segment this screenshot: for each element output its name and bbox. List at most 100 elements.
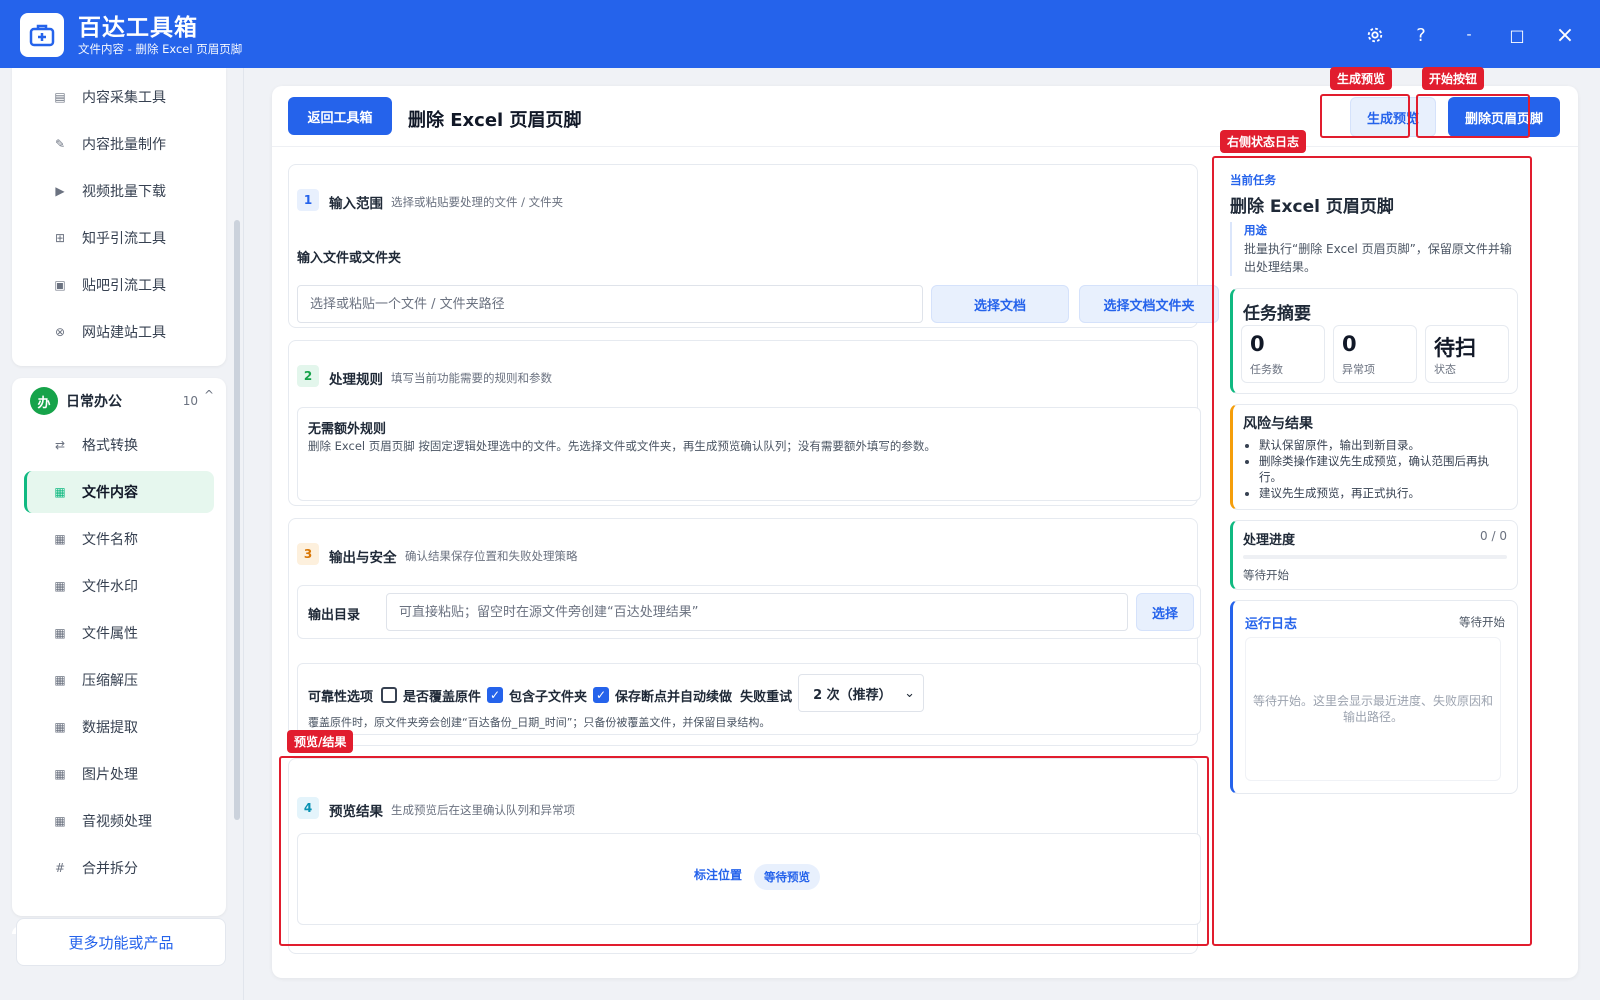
reliability-row: 可靠性选项 是否覆盖原件 ✓ 包含子文件夹 ✓ 保存断点并自动续做 失败重试 2… <box>308 674 925 712</box>
sidebar-item-video-download[interactable]: ▶ 视频批量下载 <box>24 170 214 212</box>
sidebar-item-label: 文件水印 <box>82 579 138 595</box>
risk-item: 默认保留原件，输出到新目录。 <box>1259 437 1505 453</box>
resume-checkbox[interactable]: ✓ <box>593 687 610 703</box>
sidebar-item-file-content[interactable]: ▦ 文件内容 <box>24 471 214 513</box>
output-dir-field[interactable] <box>386 593 1128 631</box>
progress-count: 0 / 0 <box>1480 529 1507 543</box>
select-document-button[interactable]: 选择文档 <box>931 285 1069 323</box>
sidebar-item-file-attributes[interactable]: ▦ 文件属性 <box>24 612 214 654</box>
annotation-label-log: 右侧状态日志 <box>1220 130 1307 153</box>
metric-label: 任务数 <box>1250 363 1283 376</box>
sidebar-item-icon: ⊞ <box>54 231 66 245</box>
rule-title: 无需额外规则 <box>308 422 387 437</box>
sidebar-item-icon: ▦ <box>54 673 66 687</box>
metric-label: 状态 <box>1434 363 1456 376</box>
metric-value: 待扫 <box>1434 336 1476 360</box>
sidebar-item-label: 网站建站工具 <box>82 325 166 341</box>
metric-label: 异常项 <box>1342 363 1375 376</box>
sidebar-item-icon: ▦ <box>54 485 66 499</box>
close-button[interactable]: × <box>1550 20 1580 50</box>
sidebar: ▤ 内容采集工具 ✎ 内容批量制作 ▶ 视频批量下载 ⊞ 知乎引流工具 ▣ 贴吧引流工具 … <box>0 68 244 1000</box>
group-badge: 办 <box>30 387 58 415</box>
maximize-button[interactable]: □ <box>1502 20 1532 50</box>
select-folder-button[interactable]: 选择文档文件夹 <box>1079 285 1219 323</box>
settings-button[interactable] <box>1360 20 1390 50</box>
sidebar-item-content-batch[interactable]: ✎ 内容批量制作 <box>24 123 214 165</box>
sidebar-item-icon: ▣ <box>54 278 66 292</box>
section-number: 1 <box>297 189 319 211</box>
section-output-safety: 3 输出与安全 确认结果保存位置和失败处理策略 输出目录 选择 可靠性选项 是否… <box>288 518 1201 746</box>
sidebar-item-label: 贴吧引流工具 <box>82 278 166 294</box>
sidebar-item-label: 内容批量制作 <box>82 137 166 153</box>
risk-list: 默认保留原件，输出到新目录。 删除类操作建议先生成预览，确认范围后再执行。 建议… <box>1243 437 1505 501</box>
reliability-box: 可靠性选项 是否覆盖原件 ✓ 包含子文件夹 ✓ 保存断点并自动续做 失败重试 2… <box>297 663 1201 735</box>
sidebar-item-icon: ▦ <box>54 532 66 546</box>
annotation-label-start: 开始按钮 <box>1422 67 1485 90</box>
back-to-toolbox-button[interactable]: 返回工具箱 <box>288 97 392 135</box>
group-title: 日常办公 <box>66 394 122 410</box>
overwrite-checkbox[interactable] <box>381 687 398 703</box>
section-title: 输入范围 <box>329 196 383 212</box>
help-button[interactable]: ? <box>1406 20 1436 50</box>
app-name: 百达工具箱 <box>78 15 198 41</box>
current-task-title: 删除 Excel 页眉页脚 <box>1230 197 1394 217</box>
usage-text: 批量执行“删除 Excel 页眉页脚”，保留原文件并输出处理结果。 <box>1244 242 1512 274</box>
reliability-label: 可靠性选项 <box>308 689 374 705</box>
include-subfolders-label: 包含子文件夹 <box>509 689 588 705</box>
include-subfolders-checkbox[interactable]: ✓ <box>487 687 504 703</box>
sidebar-group-office[interactable]: 办 日常办公 10 ^ <box>18 378 224 424</box>
risk-item: 删除类操作建议先生成预览，确认范围后再执行。 <box>1259 453 1505 485</box>
sidebar-item-tieba[interactable]: ▣ 贴吧引流工具 <box>24 264 214 306</box>
minimize-button[interactable]: - <box>1454 20 1484 50</box>
sidebar-item-merge-split[interactable]: # 合并拆分 <box>24 847 214 889</box>
select-output-button[interactable]: 选择 <box>1136 593 1194 631</box>
group-count: 10 <box>182 394 198 408</box>
sidebar-item-website[interactable]: ⊗ 网站建站工具 <box>24 311 214 353</box>
sidebar-item-label: 文件内容 <box>82 485 138 501</box>
sidebar-item-zhihu[interactable]: ⊞ 知乎引流工具 <box>24 217 214 259</box>
section-title: 处理规则 <box>329 372 383 388</box>
output-dir-box: 输出目录 选择 <box>297 585 1201 639</box>
section-desc: 确认结果保存位置和失败处理策略 <box>405 549 578 563</box>
title-bar: 百达工具箱 文件内容 - 删除 Excel 页眉页脚 ? - □ × <box>0 0 1600 68</box>
retry-value: 2 次（推荐） <box>813 687 892 703</box>
risk-item: 建议先生成预览，再正式执行。 <box>1259 485 1505 501</box>
sidebar-item-image-process[interactable]: ▦ 图片处理 <box>24 753 214 795</box>
sidebar-item-label: 压缩解压 <box>82 673 138 689</box>
resume-label: 保存断点并自动续做 <box>615 689 733 705</box>
sidebar-item-icon: ▦ <box>54 579 66 593</box>
sidebar-item-icon: ▦ <box>54 626 66 640</box>
input-field-label: 输入文件或文件夹 <box>297 251 402 266</box>
log-status: 等待开始 <box>1459 615 1505 629</box>
input-path-field[interactable] <box>297 285 923 323</box>
usage-block: 用途 批量执行“删除 Excel 页眉页脚”，保留原文件并输出处理结果。 <box>1230 222 1518 276</box>
section-desc: 填写当前功能需要的规则和参数 <box>391 371 552 385</box>
sidebar-item-media-process[interactable]: ▦ 音视频处理 <box>24 800 214 842</box>
sidebar-item-label: 合并拆分 <box>82 861 138 877</box>
chevron-down-icon: ⌄ <box>904 685 916 701</box>
sidebar-scrollbar[interactable] <box>234 220 240 820</box>
sidebar-item-icon: ▤ <box>54 90 66 104</box>
generate-preview-button[interactable]: 生成预览 <box>1350 97 1436 137</box>
retry-select[interactable]: 2 次（推荐） ⌄ <box>798 674 925 712</box>
sidebar-item-label: 内容采集工具 <box>82 90 166 106</box>
overwrite-note: 覆盖原件时，原文件夹旁会创建“百达备份_日期_时间”；只备份被覆盖文件，并保留目… <box>308 716 771 729</box>
start-remove-header-footer-button[interactable]: 删除页眉页脚 <box>1448 97 1560 137</box>
mark-position-label: 标注位置 <box>694 868 743 882</box>
sidebar-item-compress[interactable]: ▦ 压缩解压 <box>24 659 214 701</box>
metric-status: 待扫 状态 <box>1425 325 1509 383</box>
sidebar-item-file-name[interactable]: ▦ 文件名称 <box>24 518 214 560</box>
progress-status: 等待开始 <box>1243 568 1289 582</box>
sidebar-item-label: 格式转换 <box>82 438 138 454</box>
main-panel: 返回工具箱 删除 Excel 页眉页脚 生成预览 删除页眉页脚 1 输入范围 选… <box>272 86 1578 978</box>
sidebar-item-content-collect[interactable]: ▤ 内容采集工具 <box>24 76 214 118</box>
progress-title: 处理进度 <box>1243 533 1296 548</box>
section-number: 4 <box>297 797 319 819</box>
sidebar-item-file-watermark[interactable]: ▦ 文件水印 <box>24 565 214 607</box>
sidebar-item-data-extract[interactable]: ▦ 数据提取 <box>24 706 214 748</box>
more-products-button[interactable]: 更多功能或产品 <box>16 918 226 966</box>
preview-result-box: 标注位置 等待预览 <box>297 833 1201 925</box>
section-desc: 生成预览后在这里确认队列和异常项 <box>391 803 575 817</box>
sidebar-item-format-convert[interactable]: ⇄ 格式转换 <box>24 424 214 466</box>
log-title: 运行日志 <box>1245 617 1298 632</box>
